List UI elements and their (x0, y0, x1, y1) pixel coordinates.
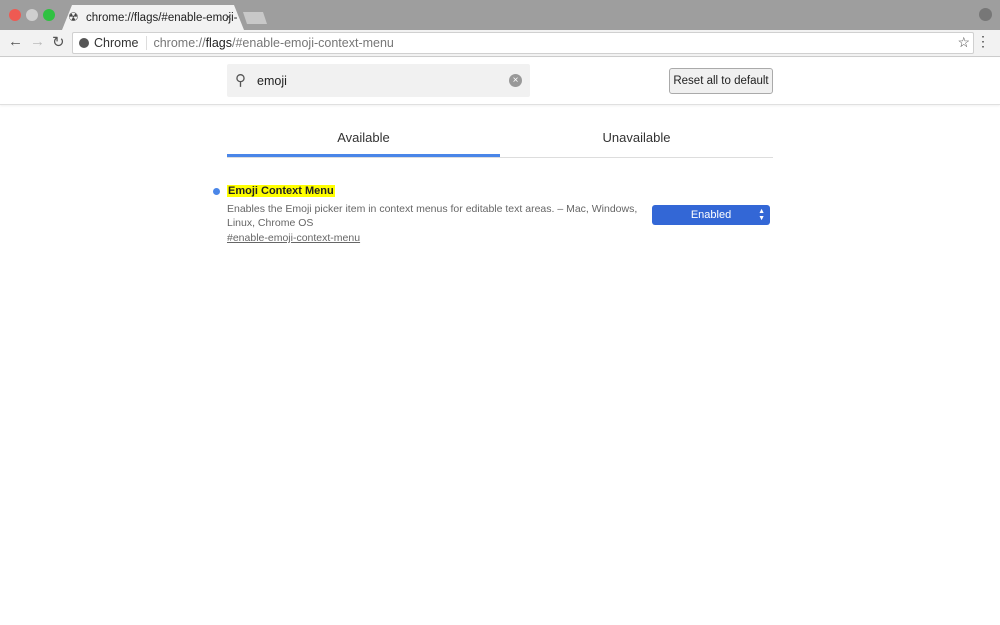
reload-icon[interactable]: ↻ (52, 33, 65, 51)
url-prefix: chrome:// (153, 36, 206, 50)
close-window-button[interactable] (9, 9, 21, 21)
tab-strip: ☢ chrome://flags/#enable-emoji- × (0, 0, 1000, 30)
flag-description: Enables the Emoji picker item in context… (227, 203, 638, 229)
new-tab-button[interactable] (243, 12, 267, 24)
reset-all-button[interactable]: Reset all to default (669, 68, 773, 94)
back-icon[interactable]: ← (8, 33, 23, 50)
select-arrows-icon: ▲ ▼ (758, 208, 765, 222)
selected-state: Enabled (690, 209, 732, 221)
flag-title: Emoji Context Menu (227, 185, 335, 197)
browser-tab[interactable]: ☢ chrome://flags/#enable-emoji- × (62, 5, 244, 30)
url-path: /#enable-emoji-context-menu (231, 36, 394, 50)
flags-header: ⚲ emoji × Reset all to default (0, 58, 1000, 105)
profile-icon[interactable] (979, 8, 992, 21)
search-value: emoji (257, 73, 287, 88)
flag-tabs: Available Unavailable (227, 120, 773, 158)
url-host: flags (205, 36, 232, 50)
menu-icon[interactable]: ⋮ (976, 33, 990, 50)
flag-link[interactable]: #enable-emoji-context-menu (227, 232, 360, 244)
close-tab-icon[interactable]: × (225, 10, 232, 24)
address-bar[interactable]: Chrome chrome://flags/#enable-emoji-cont… (72, 32, 974, 54)
clear-search-icon[interactable]: × (509, 74, 522, 87)
bookmark-star-icon[interactable]: ☆ (957, 34, 970, 51)
modified-indicator (213, 188, 220, 195)
site-chip: Chrome (94, 36, 139, 50)
flag-state-select[interactable]: Enabled ▲ ▼ (652, 205, 770, 225)
flags-icon: ☢ (68, 10, 79, 24)
tab-available[interactable]: Available (227, 120, 500, 157)
browser-toolbar: ← → ↻ Chrome chrome://flags/#enable-emoj… (0, 30, 1000, 57)
search-icon: ⚲ (235, 72, 246, 89)
forward-icon[interactable]: → (30, 33, 45, 50)
tab-unavailable[interactable]: Unavailable (500, 120, 773, 157)
search-input[interactable]: ⚲ emoji × (227, 64, 530, 97)
minimize-window-button[interactable] (26, 9, 38, 21)
maximize-window-button[interactable] (43, 9, 55, 21)
tab-title: chrome://flags/#enable-emoji- (86, 11, 238, 24)
chrome-icon (79, 38, 89, 48)
